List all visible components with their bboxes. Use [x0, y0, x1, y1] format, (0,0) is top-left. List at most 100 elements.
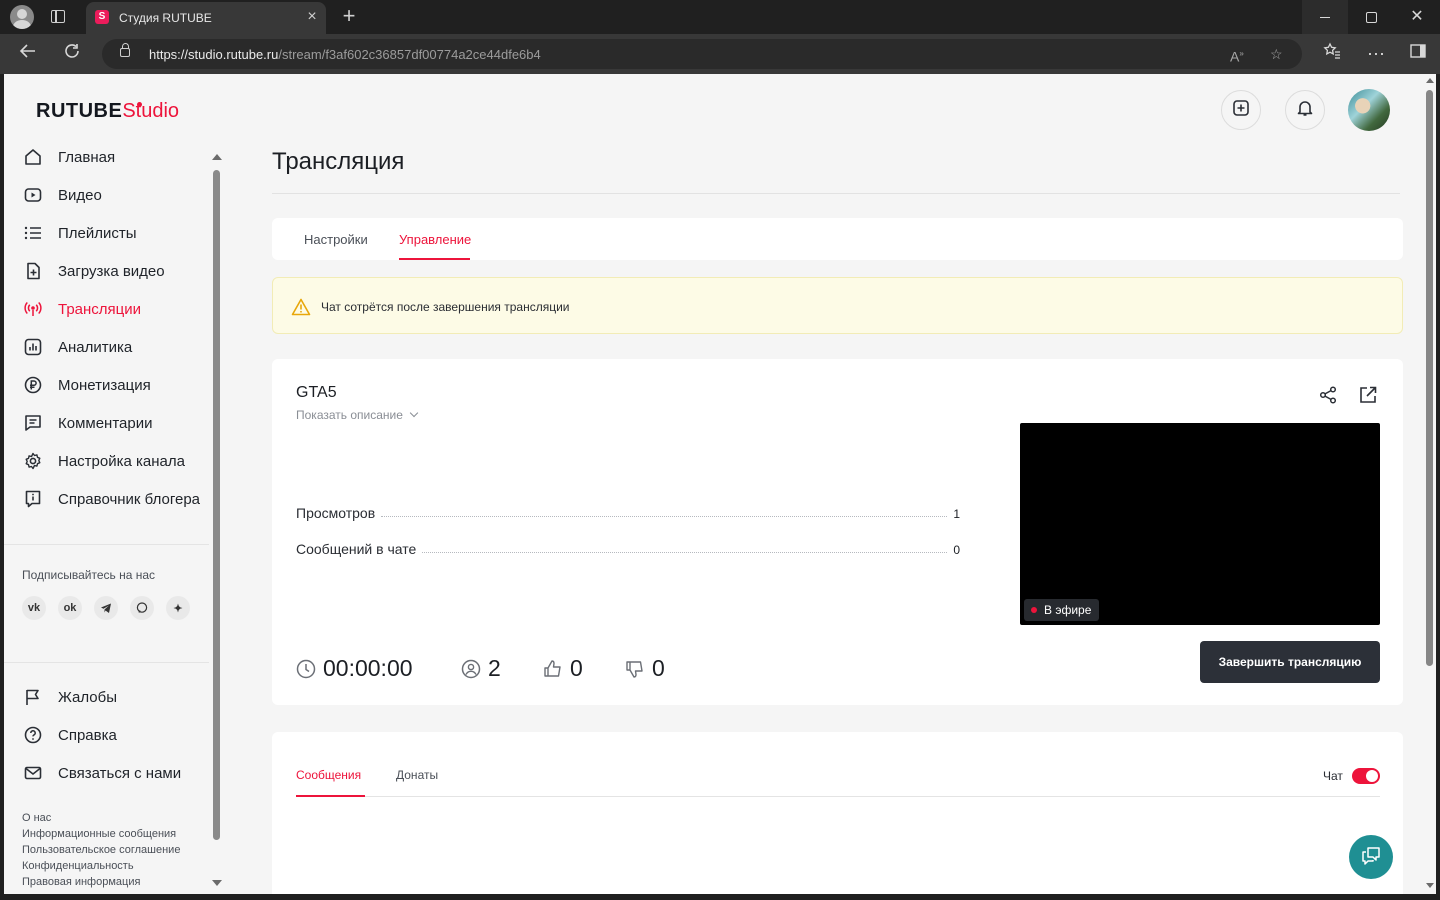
stat-chat-messages-row: Сообщений в чате 0 — [296, 537, 960, 557]
tab-settings[interactable]: Настройки — [304, 232, 368, 247]
browser-toolbar: https://studio.rutube.ru/stream/f3af602c… — [0, 34, 1440, 74]
comment-icon — [24, 414, 42, 432]
sidebar-nav: Главная Видео Плейлисты Загрузка видео Т… — [4, 138, 214, 518]
tab-actions-icon[interactable] — [48, 8, 68, 26]
footer-link-user-agreement[interactable]: Пользовательское соглашение — [22, 842, 180, 858]
show-description-toggle[interactable]: Показать описание — [296, 408, 419, 422]
new-tab-icon[interactable]: + — [338, 5, 360, 27]
tab-management[interactable]: Управление — [399, 232, 471, 247]
page-scrollbar[interactable] — [1423, 74, 1436, 894]
broadcast-icon — [24, 300, 42, 318]
footer-links: О нас Информационные сообщения Пользоват… — [22, 810, 180, 890]
stat-value: 1 — [953, 507, 960, 521]
dislikes-metric: 0 — [625, 655, 665, 682]
lock-icon[interactable] — [120, 43, 130, 57]
browser-tabbar: S Студия RUTUBE × + ✕ — [0, 0, 1440, 34]
close-window-button[interactable]: ✕ — [1394, 0, 1440, 34]
chat-toggle[interactable] — [1352, 768, 1380, 784]
more-menu-icon[interactable]: ⋯ — [1364, 42, 1388, 66]
gear-icon — [24, 452, 42, 470]
warning-icon — [291, 298, 311, 316]
sidebar-item-channel-settings[interactable]: Настройка канала — [4, 442, 214, 480]
stat-views-row: Просмотров 1 — [296, 501, 960, 521]
browser-tab-title: Студия RUTUBE — [119, 11, 212, 25]
stat-value: 0 — [953, 543, 960, 557]
minimize-window-button[interactable] — [1302, 0, 1348, 34]
sidebar-item-label: Видео — [58, 186, 102, 204]
end-stream-button[interactable]: Завершить трансляцию — [1200, 641, 1380, 683]
avatar[interactable] — [1348, 89, 1390, 131]
external-link-icon[interactable] — [1358, 385, 1378, 405]
chat-card: Сообщения Донаты Чат — [272, 732, 1403, 894]
sidebar-toggle-icon[interactable] — [1406, 42, 1430, 66]
chat-toggle-label: Чат — [1323, 769, 1343, 783]
sidebar-item-analytics[interactable]: Аналитика — [4, 328, 214, 366]
read-aloud-icon[interactable]: A» — [1230, 44, 1244, 67]
home-icon — [24, 148, 42, 166]
sidebar-item-label: Справочник блогера — [58, 490, 201, 508]
footer-link-about[interactable]: О нас — [22, 810, 180, 826]
browser-profile-icon[interactable] — [10, 5, 34, 29]
reload-icon[interactable] — [60, 42, 84, 66]
footer-link-legal[interactable]: Правовая информация — [22, 874, 180, 890]
close-tab-icon[interactable]: × — [304, 9, 320, 25]
sidebar-item-blogger-guide[interactable]: Справочник блогера — [4, 480, 214, 518]
viewers-metric: 2 — [461, 655, 501, 682]
social-links: vk ok ✦ — [22, 596, 190, 620]
sidebar-item-label: Настройка канала — [58, 452, 185, 470]
window-bottom-edge — [0, 894, 1440, 900]
notifications-button[interactable] — [1285, 90, 1325, 130]
active-tab-indicator — [399, 258, 470, 260]
stream-card: GTA5 Показать описание Просмотров 1 Сооб… — [272, 359, 1403, 705]
sidebar-item-upload[interactable]: Загрузка видео — [4, 252, 214, 290]
telegram-icon[interactable] — [94, 596, 118, 620]
sidebar-item-complaints[interactable]: Жалобы — [4, 678, 214, 716]
create-button[interactable] — [1221, 90, 1261, 130]
back-arrow-icon[interactable] — [16, 42, 40, 66]
likes-metric: 0 — [543, 655, 583, 682]
vk-icon[interactable]: vk — [22, 596, 46, 620]
mail-icon — [24, 764, 42, 782]
favorite-star-icon[interactable]: ☆ — [1270, 44, 1283, 64]
share-icon[interactable] — [1318, 385, 1338, 405]
sidebar-item-broadcasts[interactable]: Трансляции — [4, 290, 214, 328]
tab-messages[interactable]: Сообщения — [296, 768, 361, 782]
restore-window-button[interactable] — [1348, 0, 1394, 34]
browser-tab[interactable]: S Студия RUTUBE × — [86, 2, 326, 34]
odnoklassniki-icon[interactable]: ok — [58, 596, 82, 620]
dzen-icon[interactable]: ✦ — [166, 596, 190, 620]
sidebar-divider — [4, 544, 209, 545]
footer-link-info-messages[interactable]: Информационные сообщения — [22, 826, 180, 842]
page-title: Трансляция — [272, 148, 405, 175]
sidebar-item-contact[interactable]: Связаться с нами — [4, 754, 214, 792]
sidebar-item-video[interactable]: Видео — [4, 176, 214, 214]
sidebar-item-comments[interactable]: Комментарии — [4, 404, 214, 442]
sidebar-secondary-nav: Жалобы Справка Связаться с нами — [4, 678, 214, 792]
flag-icon — [24, 688, 42, 706]
sidebar-item-label: Справка — [58, 726, 117, 744]
sidebar-item-help[interactable]: Справка — [4, 716, 214, 754]
thumbs-down-icon — [625, 659, 645, 679]
active-chat-tab-indicator — [296, 795, 365, 797]
add-video-icon — [1232, 99, 1250, 122]
sidebar-item-label: Загрузка видео — [58, 262, 165, 280]
tab-donations[interactable]: Донаты — [396, 768, 438, 782]
sidebar-item-home[interactable]: Главная — [4, 138, 214, 176]
stream-title: GTA5 — [296, 384, 337, 401]
footer-link-privacy[interactable]: Конфиденциальность — [22, 858, 180, 874]
address-bar[interactable]: https://studio.rutube.ru/stream/f3af602c… — [102, 39, 1302, 69]
sidebar-item-monetization[interactable]: Монетизация — [4, 366, 214, 404]
support-chat-button[interactable] — [1349, 835, 1393, 879]
favorites-icon[interactable] — [1320, 42, 1344, 66]
video-icon — [24, 186, 42, 204]
page-tabs: Настройки Управление — [272, 218, 1403, 260]
sidebar-item-playlists[interactable]: Плейлисты — [4, 214, 214, 252]
viber-icon[interactable] — [130, 596, 154, 620]
url-text[interactable]: https://studio.rutube.ru/stream/f3af602c… — [149, 47, 541, 62]
chevron-down-icon — [409, 408, 419, 418]
rutube-studio-logo[interactable]: RUTUBE Studio — [36, 100, 179, 123]
sidebar-scrollbar[interactable] — [211, 152, 223, 892]
stream-preview-player[interactable]: В эфире — [1020, 423, 1380, 625]
viewer-icon — [461, 659, 481, 679]
viewers-value: 2 — [488, 655, 501, 681]
